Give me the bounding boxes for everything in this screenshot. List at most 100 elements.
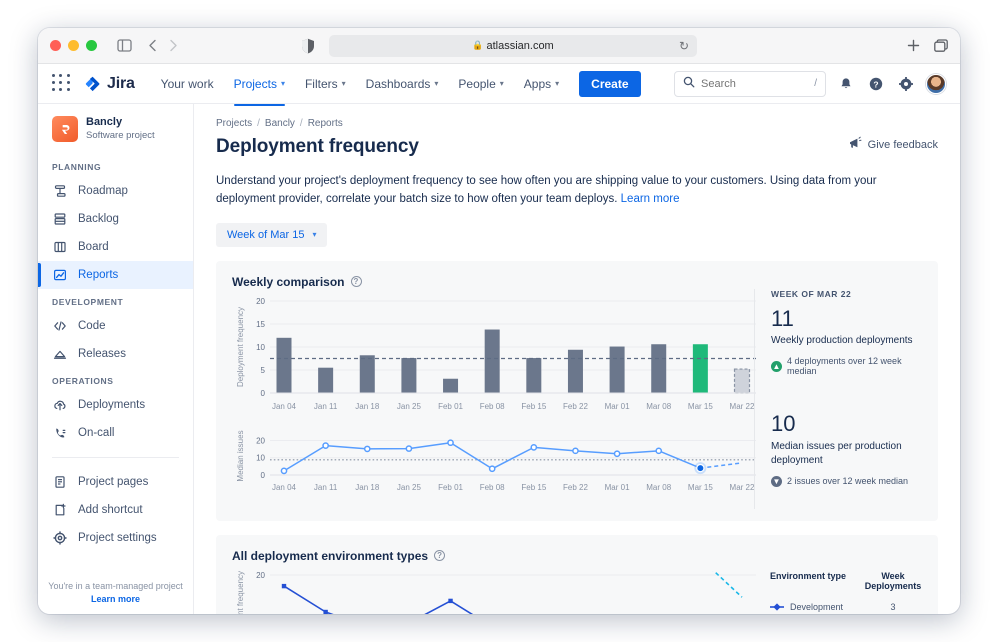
sidebar-item-on-call[interactable]: On-call [38, 419, 193, 447]
chevron-down-icon: ▾ [281, 79, 285, 88]
sidebar-item-label: On-call [78, 427, 114, 439]
svg-text:10: 10 [256, 453, 265, 462]
weekly-comparison-card: Weekly comparison ? 05101520Deployment f… [216, 261, 938, 521]
project-name: Bancly [86, 116, 155, 130]
breadcrumb-separator: / [300, 118, 303, 129]
gear-icon[interactable] [896, 74, 916, 94]
lock-icon: 🔒 [472, 40, 483, 51]
svg-text:Feb 22: Feb 22 [563, 402, 588, 411]
help-circle-icon[interactable]: ? [434, 550, 445, 561]
avatar[interactable] [926, 74, 946, 94]
environment-types-line-chart: 2030Deployment frequency [232, 571, 762, 614]
maximize-window-button[interactable] [86, 40, 97, 51]
stat-deployments-delta-text: 4 deployments over 12 week median [787, 356, 922, 376]
give-feedback-button[interactable]: Give feedback [848, 136, 938, 153]
page-title: Deployment frequency [216, 136, 419, 158]
reload-icon[interactable]: ↻ [679, 39, 689, 53]
board-icon [52, 239, 68, 255]
sidebar-section-planning: PLANNING [38, 154, 193, 177]
svg-text:Deployment frequency: Deployment frequency [236, 571, 245, 614]
svg-text:Jan 18: Jan 18 [355, 402, 380, 411]
forward-arrow-icon[interactable] [169, 39, 178, 52]
back-arrow-icon[interactable] [148, 39, 157, 52]
week-filter-label: Week of Mar 15 [227, 229, 304, 241]
team-managed-note: You're in a team-managed project [38, 581, 193, 591]
jira-logo[interactable]: Jira [84, 75, 135, 93]
releases-icon [52, 346, 68, 362]
project-sidebar: Bancly Software project PLANNING Roadmap… [38, 104, 194, 614]
svg-text:Jan 18: Jan 18 [355, 483, 380, 492]
sidebar-footer: You're in a team-managed project Learn m… [38, 581, 193, 604]
tab-overview-button[interactable] [934, 39, 948, 52]
svg-text:?: ? [873, 79, 878, 89]
sidebar-item-label: Add shortcut [78, 504, 143, 516]
sidebar-item-releases[interactable]: Releases [38, 340, 193, 368]
sidebar-item-board[interactable]: Board [38, 233, 193, 261]
project-settings-icon [52, 530, 68, 546]
legend-row-development[interactable]: Development [770, 598, 864, 614]
svg-text:Feb 01: Feb 01 [438, 402, 463, 411]
svg-text:20: 20 [256, 571, 265, 580]
search-icon [683, 75, 695, 93]
add-shortcut-icon [52, 502, 68, 518]
sidebar-item-project-settings[interactable]: Project settings [38, 524, 193, 552]
median-issues-stats: 10 Median issues per production deployme… [771, 410, 922, 487]
nav-item-apps[interactable]: Apps ▾ [516, 71, 567, 97]
stat-issues-delta: ▼ 2 issues over 12 week median [771, 476, 922, 487]
sidebar-item-label: Board [78, 241, 109, 253]
median-issues-line-chart: 01020Median issuesJan 04Jan 11Jan 18Jan … [232, 429, 762, 504]
description-learn-more-link[interactable]: Learn more [621, 193, 680, 205]
stat-issues-description: Median issues per production deployment [771, 440, 922, 468]
development-series-marker-icon [770, 603, 784, 611]
nav-item-projects[interactable]: Projects ▾ [226, 71, 293, 97]
search-input[interactable] [701, 78, 808, 90]
sidebar-section-development: DEVELOPMENT [38, 289, 193, 312]
svg-text:Mar 01: Mar 01 [605, 483, 630, 492]
app-switcher-icon[interactable] [52, 74, 72, 94]
sidebar-item-reports[interactable]: Reports [38, 261, 193, 289]
help-circle-icon[interactable]: ? [351, 276, 362, 287]
jira-wordmark: Jira [107, 75, 135, 93]
sidebar-item-backlog[interactable]: Backlog [38, 205, 193, 233]
jira-mark-icon [84, 75, 102, 93]
search-box[interactable]: / [674, 71, 826, 97]
legend-header-deployments: Week Deployments [864, 571, 922, 598]
project-header[interactable]: Bancly Software project [38, 116, 193, 154]
week-filter-dropdown[interactable]: Week of Mar 15 ▾ [216, 223, 327, 247]
address-bar[interactable]: 🔒 atlassian.com ↻ [329, 35, 697, 57]
sidebar-item-add-shortcut[interactable]: Add shortcut [38, 496, 193, 524]
svg-text:Mar 01: Mar 01 [605, 402, 630, 411]
environment-types-card: All deployment environment types ? 2030D… [216, 535, 938, 614]
roadmap-icon [52, 183, 68, 199]
help-icon[interactable]: ? [866, 74, 886, 94]
breadcrumb-bancly[interactable]: Bancly [265, 118, 295, 129]
sidebar-toggle-icon[interactable] [117, 39, 132, 52]
shield-icon[interactable] [301, 38, 315, 54]
environment-types-title: All deployment environment types [232, 549, 428, 563]
nav-item-filters[interactable]: Filters ▾ [297, 71, 354, 97]
window-controls[interactable] [50, 40, 97, 51]
learn-more-link[interactable]: Learn more [38, 594, 193, 604]
nav-item-your-work[interactable]: Your work [153, 71, 222, 97]
close-window-button[interactable] [50, 40, 61, 51]
create-button[interactable]: Create [579, 71, 640, 97]
nav-item-dashboards[interactable]: Dashboards ▾ [358, 71, 447, 97]
page-description: Understand your project's deployment fre… [216, 173, 932, 209]
arrow-up-icon: ▲ [771, 361, 782, 372]
bancly-project-icon [52, 116, 78, 142]
breadcrumb-projects[interactable]: Projects [216, 118, 252, 129]
stat-deployments-description: Weekly production deployments [771, 334, 922, 348]
project-type: Software project [86, 130, 155, 142]
bell-icon[interactable] [836, 74, 856, 94]
breadcrumb-reports[interactable]: Reports [308, 118, 343, 129]
svg-text:Jan 11: Jan 11 [314, 483, 338, 492]
sidebar-item-code[interactable]: Code [38, 312, 193, 340]
browser-chrome: 🔒 atlassian.com ↻ [38, 28, 960, 64]
minimize-window-button[interactable] [68, 40, 79, 51]
sidebar-item-project-pages[interactable]: Project pages [38, 468, 193, 496]
new-tab-button[interactable] [907, 39, 920, 52]
sidebar-item-roadmap[interactable]: Roadmap [38, 177, 193, 205]
sidebar-item-deployments[interactable]: Deployments [38, 391, 193, 419]
nav-item-people[interactable]: People ▾ [450, 71, 511, 97]
sidebar-section-operations: OPERATIONS [38, 368, 193, 391]
